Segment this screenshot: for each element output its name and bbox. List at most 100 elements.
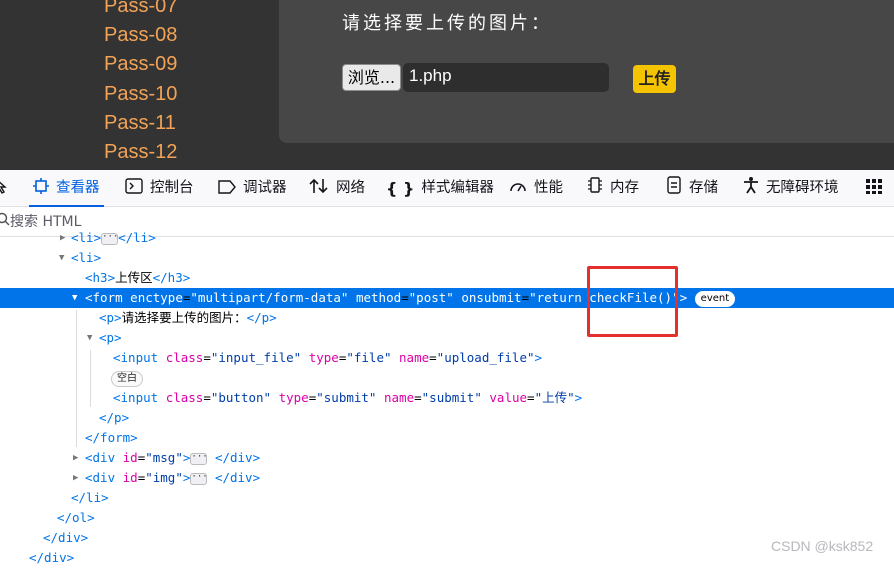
watermark: CSDN @ksk852 <box>771 538 874 554</box>
attr-value: "submit" <box>316 390 377 405</box>
tree-node[interactable]: ▶ <div id="msg">··· </div> <box>0 448 894 468</box>
ellipsis-icon[interactable]: ··· <box>101 232 118 245</box>
ellipsis-icon[interactable]: ··· <box>190 472 208 485</box>
attr-name: class <box>165 350 204 365</box>
upload-button[interactable]: 上传 <box>633 65 676 93</box>
node-text: 上传区 <box>115 270 153 285</box>
tree-node[interactable]: <p>请选择要上传的图片：</p> <box>0 308 894 328</box>
tag: <input <box>113 390 159 405</box>
tag: </form> <box>85 430 138 445</box>
pass-link[interactable]: Pass-09 <box>104 50 177 79</box>
tag: > <box>679 290 688 305</box>
ellipsis-icon[interactable]: ··· <box>190 452 208 465</box>
pass-link[interactable]: Pass-08 <box>104 21 177 50</box>
tag: > <box>182 450 191 465</box>
devtools-toolbar: 查看器 控制台 调试器 网络 { } 样式编辑器 性能 内存 存储 无障碍环境 <box>0 170 894 208</box>
tab-performance[interactable]: 性能 <box>509 170 563 207</box>
tree-node[interactable]: </div> <box>0 528 894 548</box>
tree-node[interactable]: <input class="input_file" type="file" na… <box>0 348 894 368</box>
upload-panel: 请选择要上传的图片： 浏览... 1.php 上传 <box>279 0 894 143</box>
attr-value: "post" <box>408 290 454 305</box>
attr-name: id <box>122 450 138 465</box>
tag: </div> <box>29 550 75 565</box>
memory-icon <box>587 170 603 207</box>
file-name: 1.php <box>409 66 452 85</box>
tab-label: 性能 <box>534 180 563 196</box>
tab-network[interactable]: 网络 <box>309 170 365 207</box>
attr-value: "return checkFile()" <box>529 290 680 305</box>
attr-name: value <box>489 390 528 405</box>
network-icon <box>309 170 329 207</box>
pass-link[interactable]: Pass-10 <box>104 80 177 109</box>
browse-button[interactable]: 浏览... <box>342 64 401 91</box>
tag: <div <box>85 470 116 485</box>
tree-node[interactable]: </li> <box>0 488 894 508</box>
pass-link[interactable]: Pass-12 <box>104 138 177 167</box>
tree-node-whitespace[interactable]: 空白 <box>0 368 894 388</box>
upload-prompt: 请选择要上传的图片： <box>342 13 552 34</box>
expand-arrow-icon[interactable]: ▶ <box>73 448 78 468</box>
attr-name: type <box>308 350 339 365</box>
tree-node[interactable]: ▶ <div id="img">··· </div> <box>0 468 894 488</box>
tree-node[interactable]: <h3>上传区</h3> <box>0 268 894 288</box>
tree-node-selected[interactable]: ▼ <form enctype="multipart/form-data" me… <box>0 288 894 308</box>
attr-name: onsubmit <box>461 290 522 305</box>
more-tools-button[interactable] <box>866 170 891 207</box>
attr-name: name <box>384 390 415 405</box>
pass-link[interactable]: Pass-07 <box>104 0 177 21</box>
tab-style-editor[interactable]: { } 样式编辑器 <box>386 170 494 207</box>
performance-icon <box>509 170 527 207</box>
tag: <li> <box>71 250 102 265</box>
tag: <input <box>113 350 159 365</box>
attr-value: "button" <box>210 390 272 405</box>
attr-value: "file" <box>346 350 392 365</box>
tag: <form <box>85 290 123 305</box>
tab-label: 样式编辑器 <box>421 180 494 196</box>
style-editor-icon: { } <box>386 179 415 198</box>
tag: <h3> <box>85 270 116 285</box>
tree-node[interactable]: </form> <box>0 428 894 448</box>
tab-label: 无障碍环境 <box>766 180 839 196</box>
attr-value: "上传" <box>534 390 575 405</box>
tab-accessibility[interactable]: 无障碍环境 <box>743 170 839 207</box>
collapse-arrow-icon[interactable]: ▼ <box>72 288 77 308</box>
file-name-box[interactable]: 1.php <box>403 63 609 92</box>
tree-node[interactable]: ▶ <li>···</li> <box>0 228 894 248</box>
tag: </ol> <box>57 510 95 525</box>
dom-tree: ▶ <li>···</li> ▼ <li> <h3>上传区</h3> ▼ <fo… <box>0 230 894 565</box>
tab-storage[interactable]: 存储 <box>666 170 718 207</box>
expand-arrow-icon[interactable]: ▶ <box>60 228 65 248</box>
element-picker-button[interactable] <box>0 170 15 207</box>
tab-console[interactable]: 控制台 <box>125 170 194 207</box>
tag: <li> <box>71 230 102 245</box>
tab-debugger[interactable]: 调试器 <box>218 170 287 207</box>
tab-inspector[interactable]: 查看器 <box>29 170 103 208</box>
tree-node[interactable]: </div> <box>0 548 894 568</box>
tag: </h3> <box>152 270 191 285</box>
collapse-arrow-icon[interactable]: ▼ <box>87 328 92 348</box>
tab-label: 内存 <box>610 180 639 196</box>
pass-link[interactable]: Pass-11 <box>104 109 177 138</box>
tree-node[interactable]: ▼ <p> <box>0 328 894 348</box>
tree-node[interactable]: ▼ <li> <box>0 248 894 268</box>
tab-memory[interactable]: 内存 <box>587 170 639 207</box>
accessibility-icon <box>743 170 759 207</box>
inspector-icon <box>33 170 49 207</box>
attr-name: id <box>122 470 138 485</box>
tag: </p> <box>99 410 130 425</box>
attr-name: enctype <box>130 290 183 305</box>
attr-value: "upload_file" <box>436 350 535 365</box>
tree-node[interactable]: </p> <box>0 408 894 428</box>
tag: </div> <box>214 470 261 485</box>
node-text: 请选择要上传的图片： <box>121 310 247 325</box>
expand-arrow-icon[interactable]: ▶ <box>73 468 78 488</box>
event-badge[interactable]: event <box>694 290 736 307</box>
element-picker-icon <box>0 170 8 207</box>
tree-node[interactable]: <input class="button" type="submit" name… <box>0 388 894 408</box>
tab-label: 控制台 <box>150 180 194 196</box>
attr-name: method <box>355 290 402 305</box>
tree-node[interactable]: </ol> <box>0 508 894 528</box>
collapse-arrow-icon[interactable]: ▼ <box>59 248 64 268</box>
grid-icon <box>866 170 884 207</box>
attr-value: "img" <box>145 470 183 485</box>
